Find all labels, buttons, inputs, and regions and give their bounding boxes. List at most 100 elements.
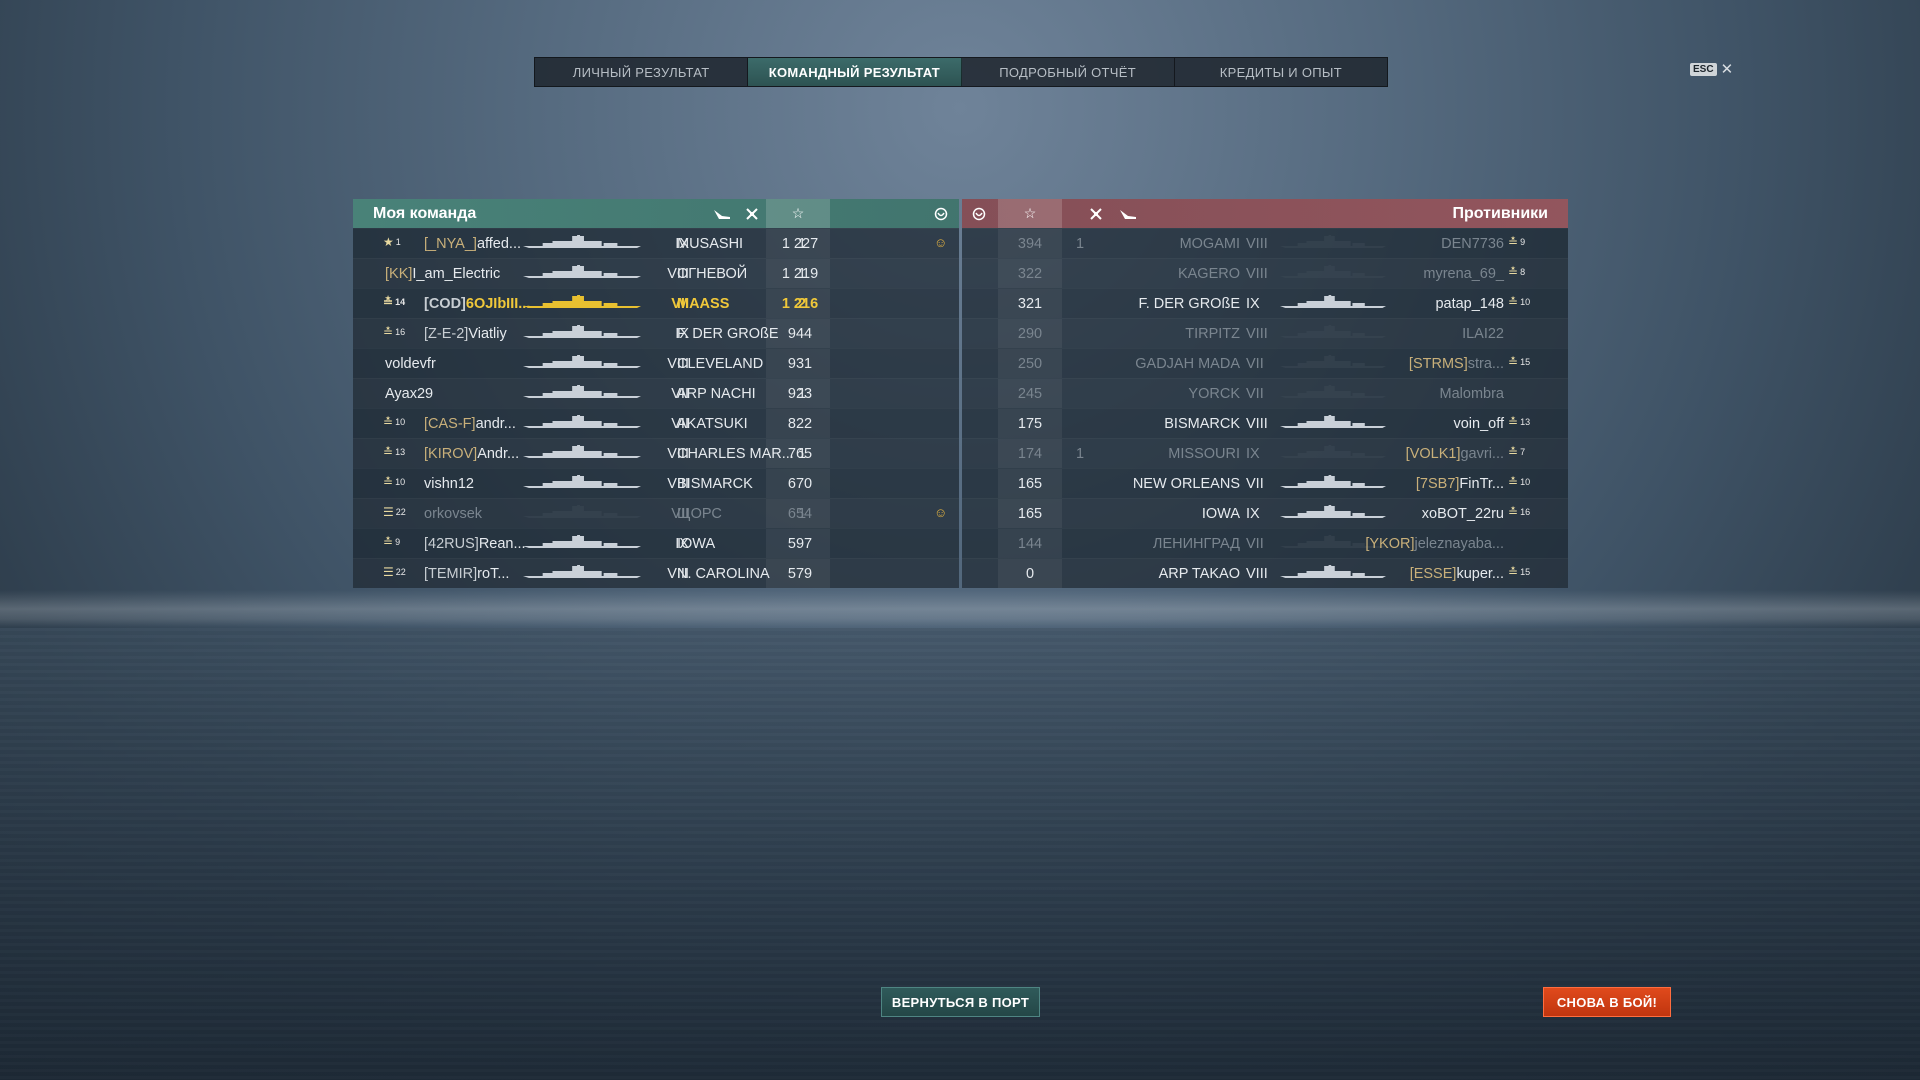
player-name: [ESSE]kuper... bbox=[1410, 566, 1504, 582]
rank-chevron-icon: ≛ bbox=[383, 475, 394, 489]
rank-badge: ≛ 13 bbox=[1508, 415, 1530, 429]
player-nickname: Malombra bbox=[1439, 386, 1504, 402]
table-row[interactable]: 144 ЛЕНИНГРАД VII [YKOR]jeleznayaba... bbox=[962, 528, 1568, 558]
table-row[interactable]: 250 GADJAH MADA VII [STRMS]stra... ≛ 15 bbox=[962, 348, 1568, 378]
table-row[interactable]: 245 YORCK VII Malombra bbox=[962, 378, 1568, 408]
table-row[interactable]: ☰ 22 orkovsek VII ЩОРС 1 654 ☺ bbox=[353, 498, 959, 528]
table-row[interactable]: voldevfr VIII CLEVELAND 931 bbox=[353, 348, 959, 378]
player-nickname: kuper... bbox=[1456, 566, 1504, 582]
player-nickname: myrena_69_ bbox=[1423, 266, 1504, 282]
ship-name: IOWA bbox=[1201, 506, 1240, 522]
ship-name: ARP NACHI bbox=[677, 386, 756, 402]
table-row[interactable]: Ayax29 VII ARP NACHI 1 923 bbox=[353, 378, 959, 408]
table-row[interactable]: 174 1 MISSOURI IX [VOLK1]gavri... ≛ 7 bbox=[962, 438, 1568, 468]
ship-silhouette-icon bbox=[523, 565, 641, 583]
table-row[interactable]: ☰ 22 [TEMIR]roT... VIII N. CAROLINA 579 bbox=[353, 558, 959, 588]
table-row[interactable]: ≛ 13 [KIROV]Andr... VIII CHARLES MAR... 1 765 bbox=[353, 438, 959, 468]
rank-chevron-icon: ★ bbox=[383, 235, 394, 249]
base-xp-value: 579 bbox=[787, 566, 813, 582]
table-row[interactable]: 165 IOWA IX xoBOT_22ru ≛ 16 bbox=[962, 498, 1568, 528]
base-xp-value: 1 227 bbox=[781, 236, 819, 252]
ship-silhouette-icon bbox=[523, 445, 641, 463]
player-nickname: ILAI22 bbox=[1462, 326, 1504, 342]
tab-personal-result[interactable]: ЛИЧНЫЙ РЕЗУЛЬТАТ bbox=[535, 58, 749, 86]
rank-badge: ☰ 22 bbox=[383, 505, 406, 519]
clan-tag: [COD] bbox=[424, 296, 466, 312]
base-xp-value: 597 bbox=[787, 536, 813, 552]
player-name: voldevfr bbox=[385, 356, 436, 372]
ship-name: AKATSUKI bbox=[677, 416, 748, 432]
clan-tag: [CAS-F] bbox=[424, 416, 476, 432]
tab-team-result[interactable]: КОМАНДНЫЙ РЕЗУЛЬТАТ bbox=[748, 58, 962, 86]
esc-key-label: ESC bbox=[1690, 63, 1717, 76]
base-xp-value: 923 bbox=[787, 386, 813, 402]
rank-number: 10 bbox=[395, 477, 406, 487]
table-row[interactable]: ≛ 10 [CAS-F]andr... VII AKATSUKI 822 bbox=[353, 408, 959, 438]
base-xp-value: 245 bbox=[1017, 386, 1043, 402]
player-name: [Z-E-2]Viatliy bbox=[424, 326, 507, 342]
player-nickname: affed... bbox=[476, 236, 522, 252]
table-row[interactable]: ≛ 16 [Z-E-2]Viatliy IX F. DER GROßE 944 bbox=[353, 318, 959, 348]
rank-badge: ≛ 8 bbox=[1508, 265, 1525, 279]
ship-silhouette-icon bbox=[1280, 565, 1386, 583]
ship-silhouette-icon bbox=[1280, 445, 1386, 463]
player-nickname: FinTr... bbox=[1459, 476, 1504, 492]
base-xp-value: 765 bbox=[787, 446, 813, 462]
ship-silhouette-icon bbox=[523, 265, 641, 283]
clan-tag: [STRMS] bbox=[1408, 356, 1468, 372]
close-icon: ✕ bbox=[1720, 61, 1734, 78]
battle-again-button[interactable]: СНОВА В БОЙ! bbox=[1543, 987, 1671, 1017]
return-to-port-button[interactable]: ВЕРНУТЬСЯ В ПОРТ bbox=[881, 987, 1040, 1017]
rank-chevron-icon: ≛ bbox=[383, 445, 394, 459]
player-name: [YKOR]jeleznayaba... bbox=[1365, 536, 1504, 552]
achievement-icon[interactable]: ☺ bbox=[934, 235, 947, 250]
table-row[interactable]: 175 BISMARCK VIII voin_off ≛ 13 bbox=[962, 408, 1568, 438]
ship-silhouette-icon bbox=[523, 505, 641, 523]
table-row[interactable]: 322 KAGERO VIII myrena_69_ ≛ 8 bbox=[962, 258, 1568, 288]
player-nickname: DEN7736 bbox=[1441, 236, 1504, 252]
table-row[interactable]: 165 NEW ORLEANS VII [7SB7]FinTr... ≛ 10 bbox=[962, 468, 1568, 498]
enemy-team-title: Противники bbox=[1452, 205, 1549, 222]
table-row[interactable]: ≛ 9 [42RUS]Rean... IX IOWA 597 bbox=[353, 528, 959, 558]
ship-name: NEW ORLEANS bbox=[1132, 476, 1240, 492]
tab-detailed-report[interactable]: ПОДРОБНЫЙ ОТЧЁТ bbox=[962, 58, 1175, 86]
base-xp-star-icon: ☆ bbox=[998, 199, 1062, 228]
rank-number: 7 bbox=[1520, 447, 1526, 457]
ship-name: ЛЕНИНГРАД bbox=[1152, 536, 1240, 552]
table-row[interactable]: ★ 1 [_NYA_]affed... IX MUSASHI 1 1 227 ☺ bbox=[353, 228, 959, 258]
ship-silhouette-icon bbox=[1280, 325, 1386, 343]
table-row[interactable]: ≛ 10 vishn12 VIII BISMARCK 670 bbox=[353, 468, 959, 498]
achievements-icon bbox=[964, 199, 994, 228]
table-row[interactable]: [KK]I_am_Electric VIII ОГНЕВОЙ 1 1 219 bbox=[353, 258, 959, 288]
rank-badge: ≛ 10 bbox=[383, 415, 405, 429]
rank-chevron-icon: ☰ bbox=[383, 505, 394, 519]
player-name: xoBOT_22ru bbox=[1422, 506, 1504, 522]
ship-name: TIRPITZ bbox=[1185, 326, 1240, 342]
close-button[interactable]: ESC ✕ bbox=[1690, 62, 1733, 77]
ship-silhouette-icon bbox=[1280, 505, 1386, 523]
rank-chevron-icon: ≛ bbox=[1508, 295, 1519, 309]
ship-name: GADJAH MADA bbox=[1135, 356, 1240, 372]
table-row[interactable]: 321 F. DER GROßE IX patap_148 ≛ 10 bbox=[962, 288, 1568, 318]
player-nickname: I_am_Electric bbox=[412, 266, 501, 282]
plane-kills-icon bbox=[707, 199, 737, 228]
player-nickname: gavri... bbox=[1460, 446, 1504, 462]
rank-number: 9 bbox=[1520, 237, 1526, 247]
ship-silhouette-icon bbox=[523, 535, 641, 553]
ship-silhouette-icon bbox=[1280, 415, 1386, 433]
player-nickname: stra... bbox=[1467, 356, 1504, 372]
achievement-icon[interactable]: ☺ bbox=[934, 505, 947, 520]
ship-tier: VIII bbox=[1246, 416, 1268, 432]
table-row[interactable]: 290 TIRPITZ VIII ILAI22 bbox=[962, 318, 1568, 348]
table-row[interactable]: ≛ 14 [COD]6OJIbIII... VII MAASS 2 1 216 bbox=[353, 288, 959, 318]
table-row[interactable]: 394 1 MOGAMI VIII DEN7736 ≛ 9 bbox=[962, 228, 1568, 258]
tab-credits-xp[interactable]: КРЕДИТЫ И ОПЫТ bbox=[1175, 58, 1387, 86]
rank-number: 13 bbox=[395, 447, 406, 457]
base-xp-value: 144 bbox=[1017, 536, 1043, 552]
table-row[interactable]: 0 ARP TAKAO VIII [ESSE]kuper... ≛ 15 bbox=[962, 558, 1568, 588]
rank-badge: ★ 1 bbox=[383, 235, 401, 249]
ship-name: YORCK bbox=[1188, 386, 1240, 402]
ship-name: MISSOURI bbox=[1168, 446, 1240, 462]
base-xp-value: 931 bbox=[787, 356, 813, 372]
player-nickname: 6OJIbIII... bbox=[465, 296, 531, 312]
